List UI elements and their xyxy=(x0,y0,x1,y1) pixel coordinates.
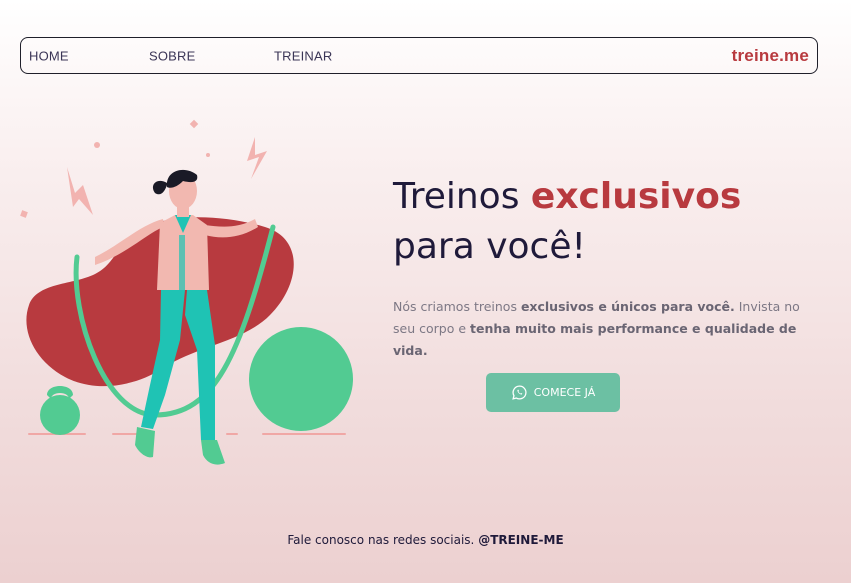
nav-link-sobre[interactable]: SOBRE xyxy=(149,48,196,63)
comece-ja-label: COMECE JÁ xyxy=(533,386,596,399)
footer-handle-link[interactable]: @TREINE-ME xyxy=(478,533,563,547)
brand-logo[interactable]: treine.me xyxy=(732,46,809,66)
hero-title-accent: exclusivos xyxy=(530,176,742,217)
decoration-sparkles xyxy=(20,119,267,218)
footer-social: Fale conosco nas redes sociais. @TREINE-… xyxy=(0,533,851,547)
hero-title: Treinos exclusivos para você! xyxy=(393,172,833,272)
hero-title-part1: Treinos xyxy=(393,176,531,217)
hero-description: Nós criamos treinos exclusivos e únicos … xyxy=(393,296,813,362)
whatsapp-icon xyxy=(511,385,527,400)
hero-illustration xyxy=(20,119,353,465)
top-navbar: HOME SOBRE TREINAR treine.me xyxy=(20,37,818,74)
nav-link-home[interactable]: HOME xyxy=(29,48,69,63)
nav-link-treinar[interactable]: TREINAR xyxy=(274,48,332,63)
hero-desc-part1: Nós criamos treinos xyxy=(393,299,521,314)
kettlebell-icon xyxy=(40,386,80,435)
hero-desc-bold1: exclusivos e únicos para você. xyxy=(520,299,735,314)
hero-title-part2: para você! xyxy=(393,226,586,267)
footer-text: Fale conosco nas redes sociais. xyxy=(287,533,479,547)
comece-ja-button[interactable]: COMECE JÁ xyxy=(486,373,620,412)
exercise-ball xyxy=(249,327,353,431)
